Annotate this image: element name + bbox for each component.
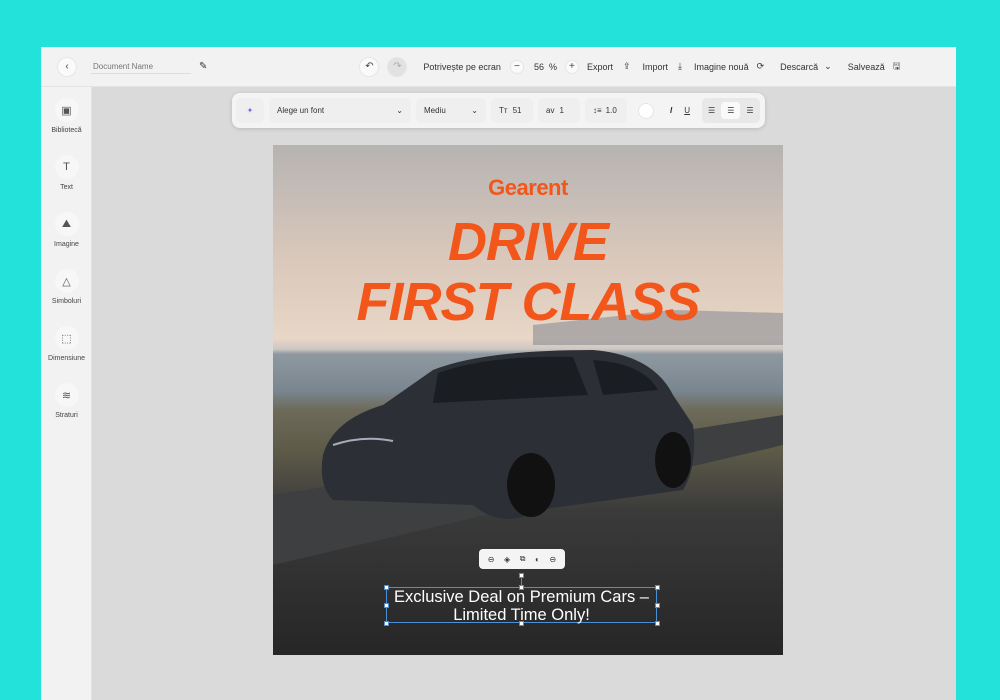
library-icon: ▣ [54,98,79,122]
letter-spacing-input[interactable]: av 1 [538,98,580,123]
resize-handle[interactable] [519,585,524,590]
resize-handle[interactable] [519,621,524,626]
resize-handle[interactable] [655,603,660,608]
resize-handle[interactable] [384,603,389,608]
import-button[interactable]: Import [643,62,669,72]
zoom-out-button[interactable]: − [509,59,524,74]
sidebar-item-dimension[interactable]: ⬚ Dimensiune [41,326,92,362]
font-size-input[interactable]: Tт 51 [491,98,533,123]
export-icon[interactable]: ⇪ [623,61,631,72]
resize-handle[interactable] [655,585,660,590]
align-left-button[interactable]: ☰ [702,106,721,115]
resize-handle[interactable] [384,621,389,626]
sidebar-item-text[interactable]: T Text [41,155,92,191]
save-button[interactable]: Salvează [848,62,885,72]
sidebar-item-library[interactable]: ▣ Bibliotecă [41,98,92,134]
contrast-icon[interactable]: ◐ [535,555,540,564]
export-button[interactable]: Export [587,62,613,72]
duplicate-icon[interactable]: ⧉ [520,554,526,564]
headline-line-2[interactable]: FIRST CLASS [273,273,783,331]
layers-icon: ≋ [54,383,79,407]
text-color-swatch[interactable] [638,102,654,119]
caption-text-box[interactable]: Exclusive Deal on Premium Cars – Limited… [386,587,657,624]
redo-button[interactable]: ↷ [387,56,408,77]
import-icon[interactable]: ⤓ [678,61,682,72]
new-image-button[interactable]: Imagine nouă [694,62,749,72]
save-icon[interactable]: 🖫 [893,59,901,75]
italic-button[interactable]: I [670,106,672,115]
headline-line-1[interactable]: DRIVE [273,213,783,271]
top-bar: ‹ ✎ ↶ ↷ Potrivește pe ecran − 56 % + Exp… [41,47,956,87]
sidebar-item-layers[interactable]: ≋ Straturi [41,383,92,419]
font-size-icon: Tт [499,106,508,115]
sidebar-item-image[interactable]: ⛰ Imagine [41,212,92,248]
remove-icon[interactable]: ⊖ [549,555,556,564]
line-height-input[interactable]: ↕≡ 1.0 [585,98,627,123]
zoom-unit: % [548,61,557,72]
undo-button[interactable]: ↶ [359,56,380,77]
element-toolbar: ⊖ ◈ ⧉ ◐ ⊖ [479,549,565,569]
align-center-button[interactable]: ☰ [721,102,741,119]
underline-button[interactable]: U [684,106,690,115]
letter-spacing-icon: av [546,106,555,115]
ai-sparkle-button[interactable]: ✦ [236,98,264,123]
back-button[interactable]: ‹ [57,56,77,77]
text-format-toolbar: ✦ Alege un font ⌄ Mediu ⌄ Tт 51 av 1 ↕≡ 1.0 I… [232,93,765,128]
align-right-button[interactable]: ☰ [740,106,759,115]
resize-handle[interactable] [384,585,389,590]
rotate-handle[interactable] [519,573,524,578]
text-icon: T [54,155,79,179]
font-select[interactable]: Alege un font ⌄ [269,98,411,123]
sidebar-item-symbols[interactable]: △ Simboluri [41,269,92,305]
download-button[interactable]: Descarcă [780,62,818,72]
image-icon: ⛰ [54,212,79,236]
shapes-icon: △ [54,269,79,293]
weight-select[interactable]: Mediu ⌄ [416,98,486,123]
zoom-in-button[interactable]: + [564,59,579,74]
chevron-down-icon: ⌄ [396,106,403,115]
resize-icon: ⬚ [54,326,79,350]
chevron-down-circle-icon[interactable]: ⌄ [824,61,832,72]
fit-screen-button[interactable]: Potrivește pe ecran [423,62,501,72]
line-height-icon: ↕≡ [593,106,602,115]
brand-logo[interactable]: Gearent [273,175,783,201]
sidebar: ▣ Bibliotecă T Text ⛰ Imagine △ Simboluri ⬚ D… [41,87,92,700]
document-name-input[interactable] [91,59,191,74]
layer-icon[interactable]: ◈ [504,555,510,564]
resize-handle[interactable] [655,621,660,626]
editor-window: ‹ ✎ ↶ ↷ Potrivește pe ecran − 56 % + Exp… [41,47,956,700]
zoom-out-icon[interactable]: ⊖ [488,555,495,564]
refresh-icon[interactable]: ⟳ [757,61,765,72]
zoom-value[interactable]: 56 [534,62,544,72]
chevron-down-icon: ⌄ [471,106,478,115]
edit-name-icon[interactable]: ✎ [199,61,207,72]
artboard[interactable]: Gearent DRIVE FIRST CLASS ⊖ ◈ ⧉ ◐ ⊖ Excl… [273,145,783,655]
